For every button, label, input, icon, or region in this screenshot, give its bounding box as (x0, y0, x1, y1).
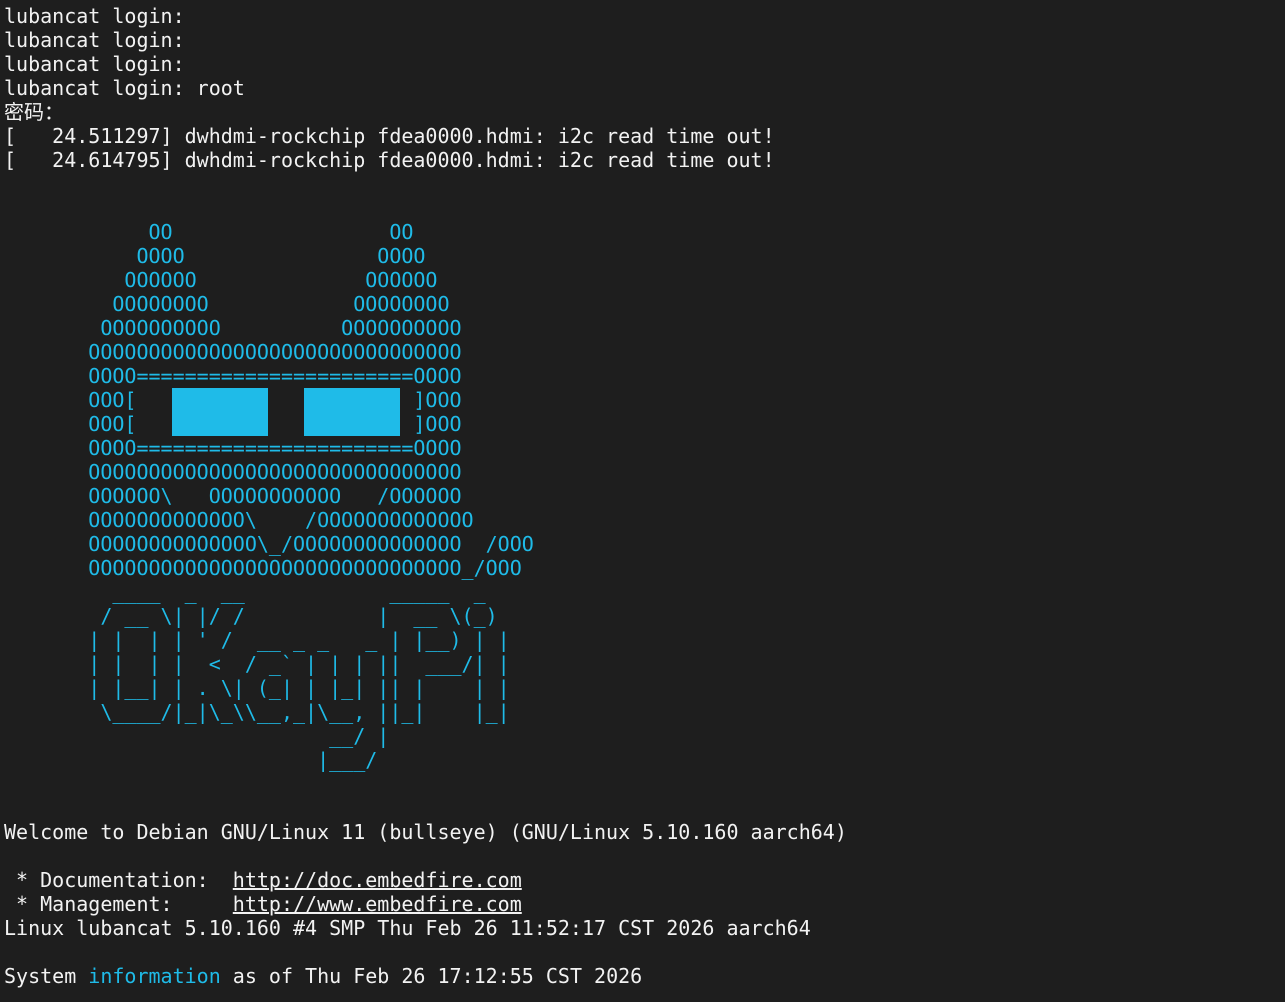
logo-line: \____/|_|\_\\__,_|\__, ||_| |_| (4, 700, 510, 724)
sysinfo-prefix: System (4, 964, 89, 988)
login-prompt-line: lubancat login: (4, 52, 185, 76)
management-label: * Management: (4, 892, 233, 916)
logo-line: ____ _ __ _____ _ (4, 580, 486, 604)
logo-line: OOOO=======================OOOO (4, 364, 462, 388)
logo-line: OOOO OOOO (4, 244, 426, 268)
login-prompt-line: lubancat login: (4, 28, 185, 52)
sysinfo-suffix: as of Thu Feb 26 17:12:55 CST 2026 (220, 964, 643, 988)
documentation-link[interactable]: http://doc.embedfire.com (233, 868, 522, 892)
management-link[interactable]: http://www.embedfire.com (233, 892, 522, 916)
logo-line: OOOOOOOOOOOOOOOOOOOOOOOOOOOOOOO (4, 460, 462, 484)
logo-line: | | | | ' / __ _ _ _ | |__) | | (4, 628, 510, 652)
sysinfo-keyword: information (88, 964, 221, 988)
terminal-window[interactable]: lubancat login: lubancat login: lubancat… (0, 0, 1285, 1002)
kernel-message-line: [ 24.511297] dwhdmi-rockchip fdea0000.hd… (4, 124, 775, 148)
login-prompt-line: lubancat login: (4, 4, 185, 28)
documentation-line: * Documentation: http://doc.embedfire.co… (4, 868, 522, 892)
logo-right-eye-block (304, 388, 400, 436)
logo-line: __/ | (4, 724, 390, 748)
uname-line: Linux lubancat 5.10.160 #4 SMP Thu Feb 2… (4, 916, 811, 940)
logo-line: OOOO=======================OOOO (4, 436, 462, 460)
kernel-message-line: [ 24.614795] dwhdmi-rockchip fdea0000.hd… (4, 148, 775, 172)
logo-line: |___/ (4, 748, 378, 772)
system-information-line: System information as of Thu Feb 26 17:1… (4, 964, 642, 988)
logo-line: OOOOOOOOOO OOOOOOOOOO (4, 316, 462, 340)
documentation-label: * Documentation: (4, 868, 233, 892)
logo-line: | | | | < / _` | | | || ___/| | (4, 652, 510, 676)
logo-line: OOOOOO\ OOOOOOOOOOO /OOOOOO (4, 484, 462, 508)
welcome-message: Welcome to Debian GNU/Linux 11 (bullseye… (4, 820, 847, 844)
logo-left-eye-block (172, 388, 268, 436)
logo-line: OOOOOO OOOOOO (4, 268, 438, 292)
logo-line: OOOOOOOOOOOOOOOOOOOOOOOOOOOOOOO (4, 340, 462, 364)
management-line: * Management: http://www.embedfire.com (4, 892, 522, 916)
login-prompt-line: lubancat login: root (4, 76, 245, 100)
password-prompt-line: 密码： (4, 100, 64, 124)
logo-line: OOOOOOOO OOOOOOOO (4, 292, 450, 316)
logo-line: OOOOOOOOOOOOOO\_/OOOOOOOOOOOOOO /OOO (4, 532, 534, 556)
logo-line: OOOOOOOOOOOOO\ /OOOOOOOOOOOOO (4, 508, 474, 532)
logo-line: | |__| | . \| (_| | |_| || | | | (4, 676, 510, 700)
logo-line: OOOOOOOOOOOOOOOOOOOOOOOOOOOOOOO_/OOO (4, 556, 522, 580)
logo-line: OO OO (4, 220, 414, 244)
logo-line: / __ \| |/ / | __ \(_) (4, 604, 498, 628)
